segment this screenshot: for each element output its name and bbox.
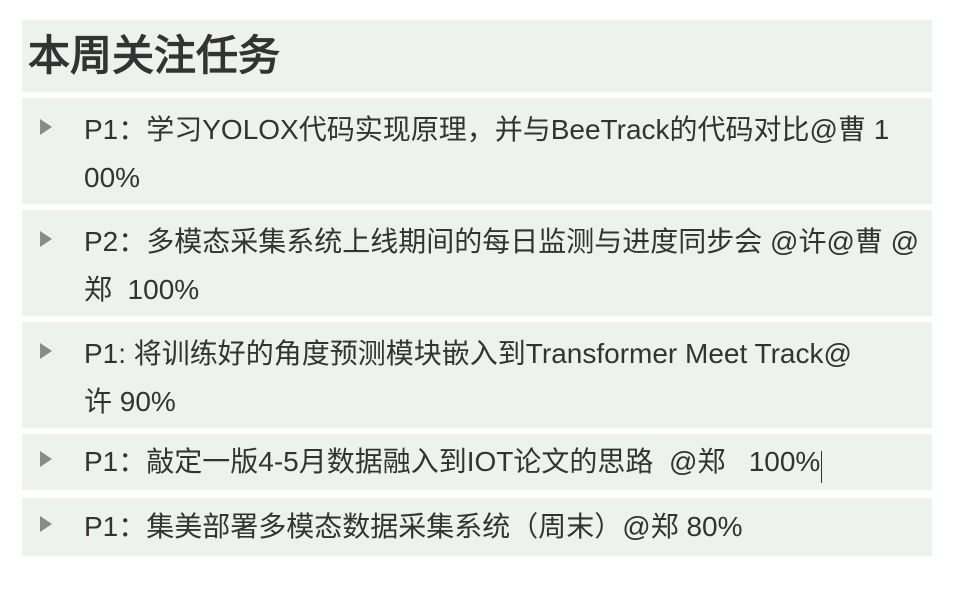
- toggle-item[interactable]: P1：敲定一版4-5月数据融入到IOT论文的思路 @郑 100%: [22, 434, 932, 490]
- task-text[interactable]: P2：多模态采集系统上线期间的每日监测与进度同步会 @许@曹 @郑 100%: [84, 218, 930, 314]
- triangle-right-icon[interactable]: [40, 119, 52, 135]
- page-heading: 本周关注任务: [28, 32, 281, 79]
- task-text[interactable]: P1：集美部署多模态数据采集系统（周末）@郑 80%: [84, 503, 932, 551]
- triangle-right-icon[interactable]: [40, 451, 52, 467]
- toggle-item[interactable]: P2：多模态采集系统上线期间的每日监测与进度同步会 @许@曹 @郑 100%: [22, 210, 932, 316]
- triangle-right-icon[interactable]: [40, 343, 52, 359]
- task-text[interactable]: P1：敲定一版4-5月数据融入到IOT论文的思路 @郑 100%: [84, 446, 820, 477]
- toggle-item[interactable]: P1：学习YOLOX代码实现原理，并与BeeTrack的代码对比@曹 100%: [22, 98, 932, 204]
- triangle-right-icon[interactable]: [40, 231, 52, 247]
- toggle-item[interactable]: P1：集美部署多模态数据采集系统（周末）@郑 80%: [22, 498, 932, 556]
- toggle-item[interactable]: P1: 将训练好的角度预测模块嵌入到Transformer Meet Track…: [22, 322, 932, 428]
- heading-block[interactable]: 本周关注任务: [22, 20, 932, 92]
- task-text[interactable]: P1：学习YOLOX代码实现原理，并与BeeTrack的代码对比@曹 100%: [84, 106, 904, 202]
- triangle-right-icon[interactable]: [40, 516, 52, 532]
- task-text[interactable]: P1: 将训练好的角度预测模块嵌入到Transformer Meet Track…: [84, 330, 854, 426]
- text-cursor: [821, 450, 823, 483]
